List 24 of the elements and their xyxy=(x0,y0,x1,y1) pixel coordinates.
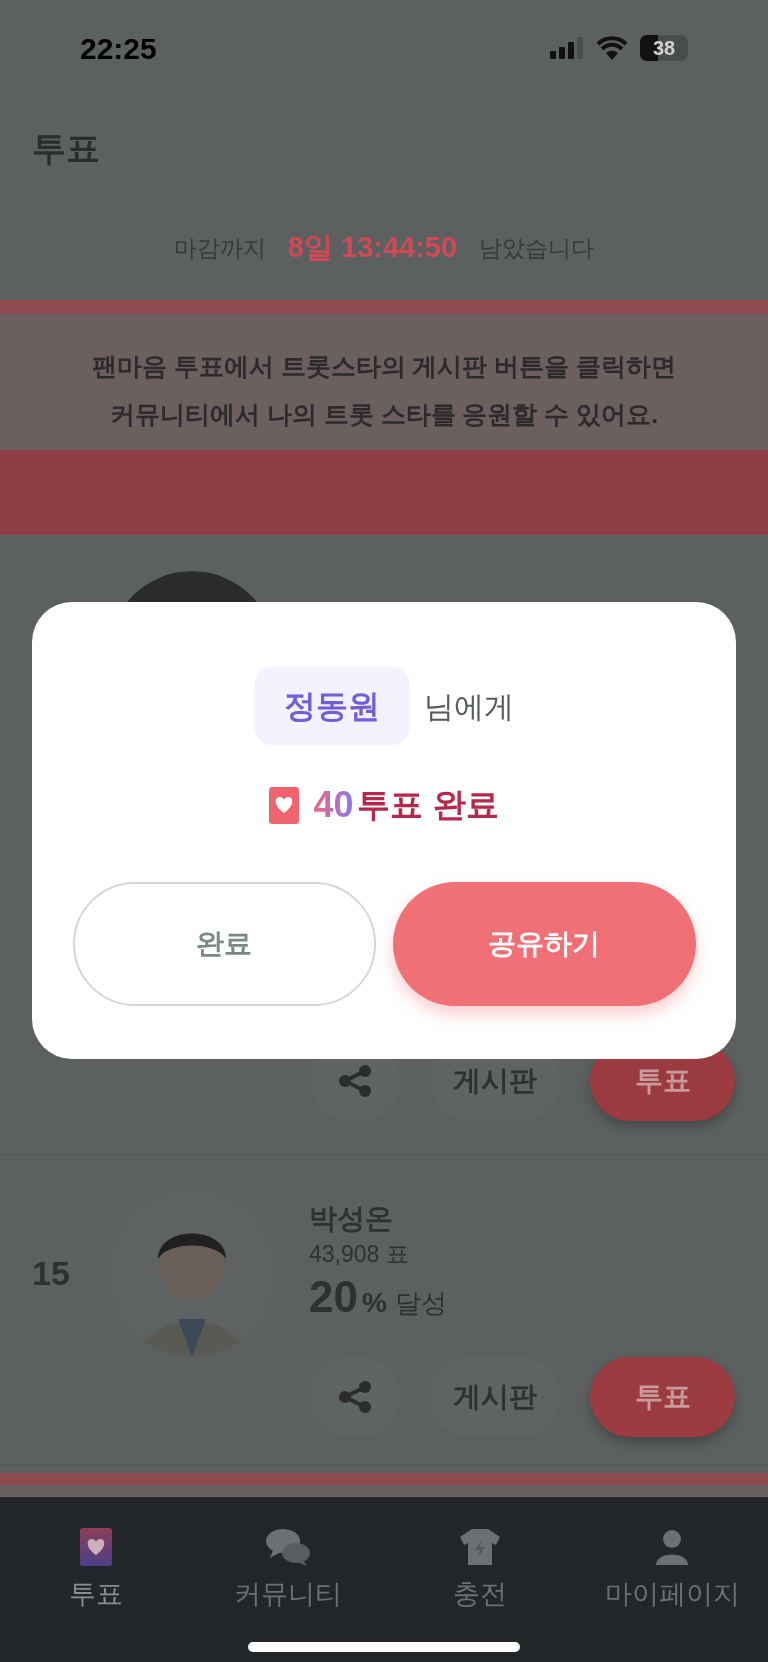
countdown: 8일 13:44:50 xyxy=(287,230,458,266)
heart-card-icon xyxy=(80,1528,112,1566)
chat-bubbles-icon xyxy=(265,1528,311,1566)
shirt-icon xyxy=(460,1529,500,1565)
share-button[interactable]: 공유하기 xyxy=(392,882,696,1006)
share-icon xyxy=(337,1381,373,1413)
vote-complete-text: 투표 완료 xyxy=(357,785,499,826)
tab[interactable]: 투표 xyxy=(0,1527,192,1611)
tab[interactable]: 커뮤니티 xyxy=(192,1527,384,1611)
banner-text: 팬마음 투표에서 트롯스타의 게시판 버튼을 클릭하면 커뮤니티에서 나의 트롯 스타를 응원할 수 있어요. xyxy=(91,351,677,430)
done-button[interactable]: 완료 xyxy=(72,882,376,1006)
person-icon xyxy=(656,1529,688,1565)
tab[interactable]: 충전 xyxy=(384,1527,576,1611)
recipient-suffix: 님에게 xyxy=(424,688,514,725)
share-icon xyxy=(337,1065,373,1097)
vote-button[interactable]: 투표 xyxy=(590,1357,735,1437)
percent-unit: % xyxy=(361,1286,387,1320)
battery-indicator: 38 xyxy=(640,35,688,61)
signal-icon xyxy=(550,37,584,59)
status-time: 22:25 xyxy=(80,30,157,67)
wifi-icon xyxy=(596,36,628,60)
tab[interactable]: 마이페이지 xyxy=(576,1527,768,1611)
heart-card-icon xyxy=(269,786,300,824)
recipient-chip: 정동원 xyxy=(254,667,410,745)
